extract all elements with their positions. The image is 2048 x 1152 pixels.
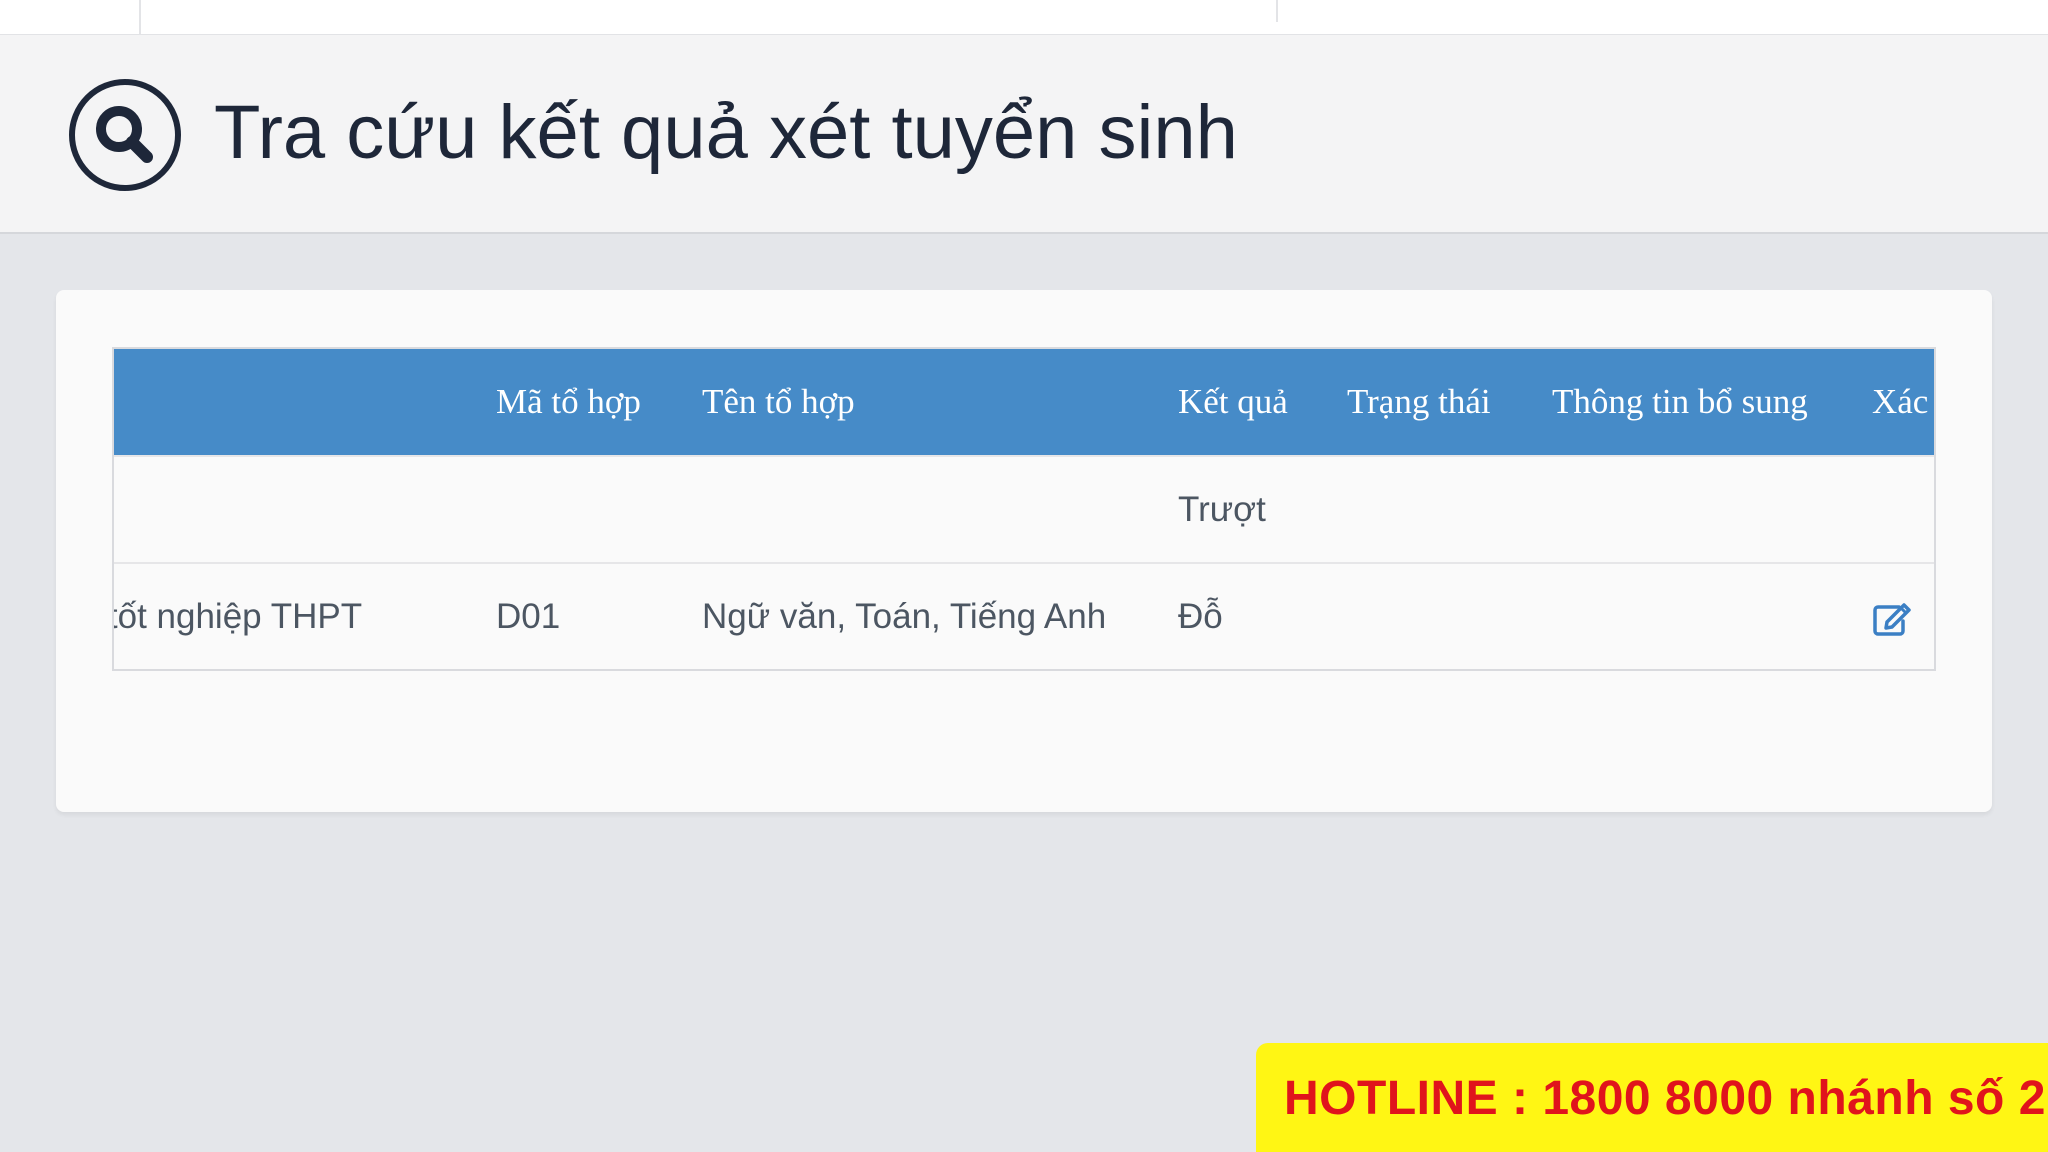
hotline-text: HOTLINE : 1800 8000 nhánh số 2 — [1284, 1072, 2046, 1125]
page-header: Tra cứu kết quả xét tuyển sinh — [0, 35, 2048, 234]
edit-cell — [1872, 563, 1934, 669]
table-row: Trượt — [114, 456, 1934, 563]
result-cell: Trượt — [1178, 489, 1266, 529]
hotline-banner[interactable]: HOTLINE : 1800 8000 nhánh số 2 — [1256, 1043, 2048, 1152]
column-header-ma-to-hop[interactable]: Mã tổ hợp — [496, 349, 702, 456]
search-icon — [69, 79, 181, 191]
table-cell: à thi tốt nghiệp THPT — [114, 597, 363, 636]
table-cell — [1347, 563, 1552, 669]
table-row: à thi tốt nghiệp THPT D01 Ngữ văn, Toán,… — [114, 563, 1934, 669]
results-table-container[interactable]: Mã tổ hợp Tên tổ hợp Kết quả Trạng thái … — [112, 347, 1936, 671]
column-header-thong-tin-bo-sung[interactable]: Thông tin bổ sung — [1552, 349, 1872, 456]
column-header-ten-to-hop[interactable]: Tên tổ hợp — [702, 349, 1178, 456]
table-cell — [1552, 456, 1872, 563]
edit-icon[interactable] — [1872, 601, 1912, 637]
column-header-trang-thai[interactable]: Trạng thái — [1347, 349, 1552, 456]
column-header-ket-qua[interactable]: Kết quả — [1178, 349, 1347, 456]
combo-code-cell: D01 — [496, 597, 561, 636]
table-cell — [114, 456, 496, 563]
table-cell — [1552, 563, 1872, 669]
results-table: Mã tổ hợp Tên tổ hợp Kết quả Trạng thái … — [114, 349, 1934, 669]
navbar-divider — [139, 0, 141, 34]
page-title: Tra cứu kết quả xét tuyển sinh — [214, 90, 1238, 175]
table-cell — [702, 456, 1178, 563]
table-header-row: Mã tổ hợp Tên tổ hợp Kết quả Trạng thái … — [114, 349, 1934, 456]
column-header-xac[interactable]: Xác — [1872, 349, 1934, 456]
top-navbar — [0, 0, 2048, 35]
navbar-divider — [1276, 0, 1278, 22]
result-cell: Đỗ — [1178, 597, 1223, 636]
table-cell — [1872, 456, 1934, 563]
table-cell — [1347, 456, 1552, 563]
column-header — [114, 349, 496, 456]
combo-name-cell: Ngữ văn, Toán, Tiếng Anh — [702, 597, 1107, 636]
table-cell — [496, 456, 702, 563]
